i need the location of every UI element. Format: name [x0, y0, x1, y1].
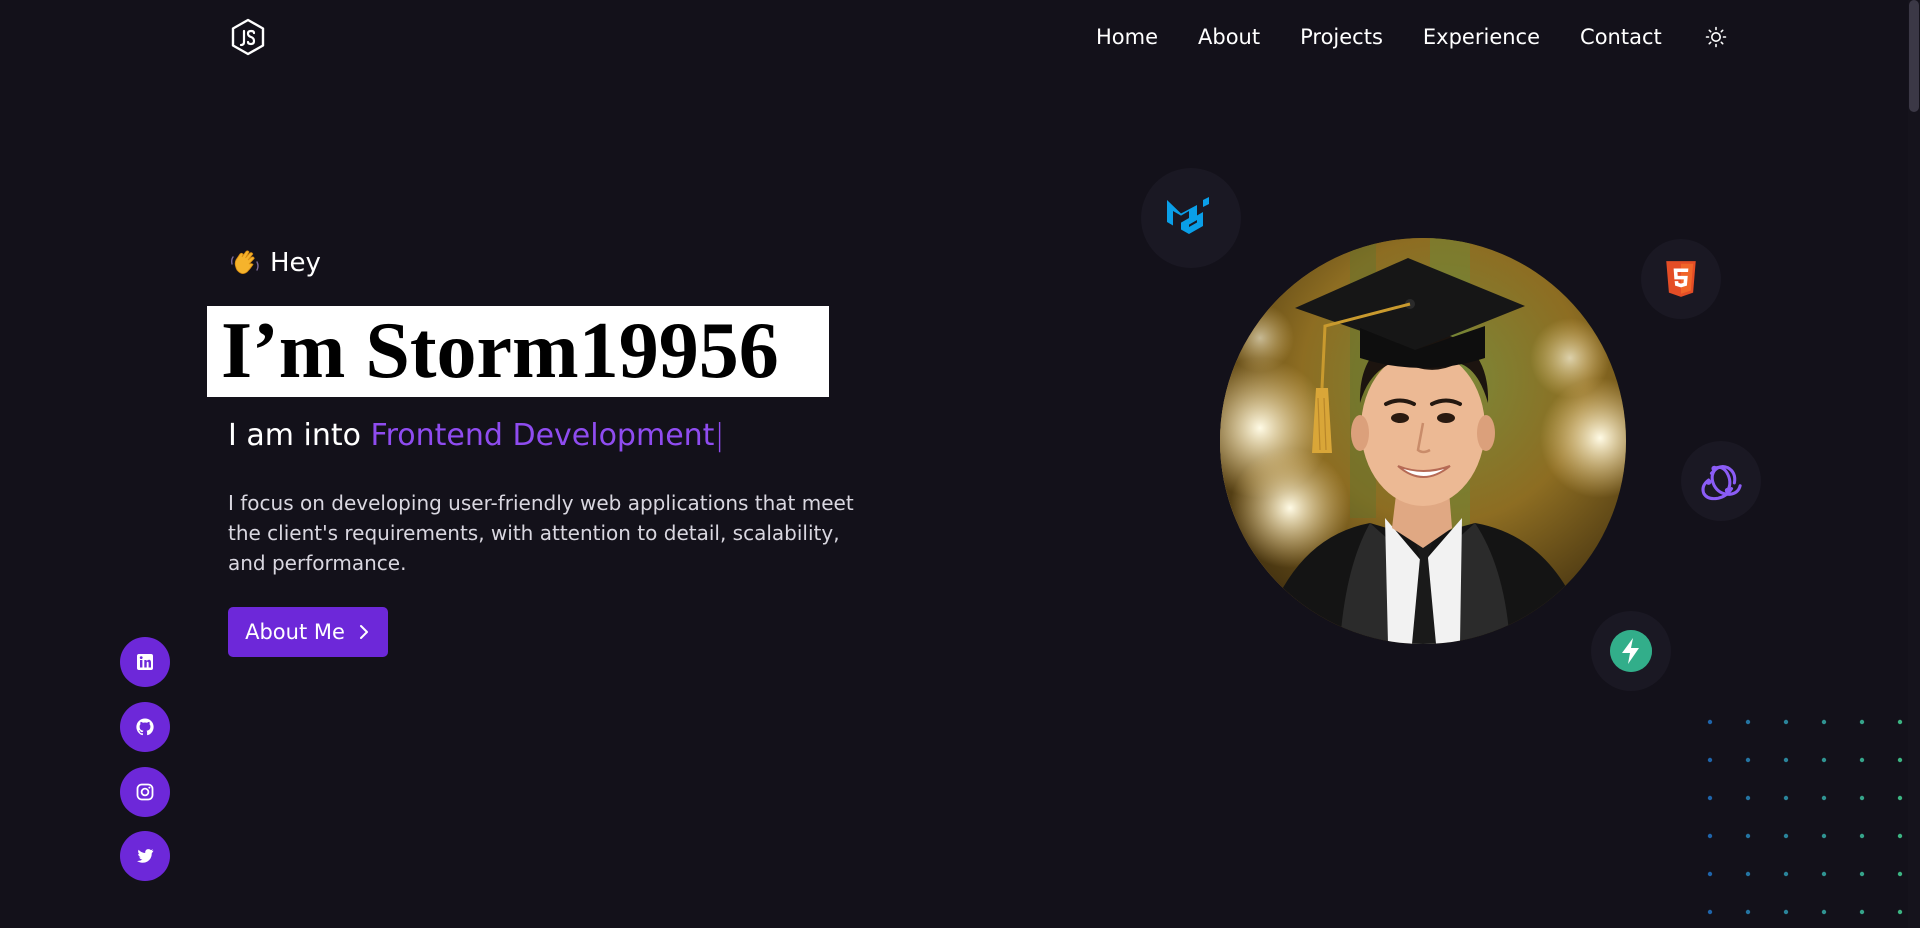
- material-ui-icon: [1141, 168, 1241, 268]
- decor-dot: [1745, 795, 1751, 801]
- about-me-button[interactable]: About Me: [228, 607, 388, 657]
- decor-dot: [1707, 833, 1713, 839]
- nav-about-link[interactable]: About: [1198, 22, 1260, 52]
- decor-dot: [1859, 833, 1865, 839]
- main-nav: Home About Projects Experience Contact: [1096, 22, 1728, 52]
- name-heading-box: I’m Storm19956: [207, 306, 829, 397]
- decor-dot: [1821, 871, 1827, 877]
- decor-dot: [1783, 719, 1789, 725]
- decor-dot: [1783, 909, 1789, 915]
- linkedin-icon[interactable]: [120, 637, 170, 687]
- decor-dot: [1707, 757, 1713, 763]
- name-heading: I’m Storm19956: [221, 307, 779, 395]
- decor-dot: [1859, 719, 1865, 725]
- decor-dot: [1859, 871, 1865, 877]
- waving-hand-icon: [228, 248, 262, 278]
- decorative-dots: [1704, 714, 1920, 928]
- nav-contact-link[interactable]: Contact: [1580, 22, 1662, 52]
- decor-dot: [1821, 719, 1827, 725]
- decor-dot: [1859, 757, 1865, 763]
- nodejs-logo-icon[interactable]: [230, 18, 266, 56]
- about-me-button-label: About Me: [245, 620, 345, 644]
- decor-dot: [1783, 757, 1789, 763]
- scrollbar-thumb[interactable]: [1909, 0, 1919, 112]
- decor-dot: [1745, 719, 1751, 725]
- decor-dot: [1783, 795, 1789, 801]
- nav-projects-link[interactable]: Projects: [1300, 22, 1383, 52]
- decor-dot: [1897, 833, 1903, 839]
- github-icon[interactable]: [120, 702, 170, 752]
- portfolio-page: Home About Projects Experience Contact H…: [0, 0, 1920, 928]
- decor-dot: [1745, 871, 1751, 877]
- hero-description: I focus on developing user-friendly web …: [228, 491, 854, 575]
- decor-dot: [1707, 795, 1713, 801]
- decor-dot: [1745, 909, 1751, 915]
- supabase-icon: [1591, 611, 1671, 691]
- role-prefix: I am into: [228, 418, 361, 453]
- decor-dot: [1707, 909, 1713, 915]
- decor-dot: [1821, 795, 1827, 801]
- nav-home-link[interactable]: Home: [1096, 22, 1158, 52]
- redux-icon: [1681, 441, 1761, 521]
- decor-dot: [1707, 871, 1713, 877]
- decor-dot: [1897, 757, 1903, 763]
- decor-dot: [1783, 833, 1789, 839]
- profile-photo: [1220, 238, 1626, 644]
- sun-icon[interactable]: [1704, 25, 1728, 49]
- instagram-icon[interactable]: [120, 767, 170, 817]
- chevron-right-icon: [357, 623, 371, 641]
- decor-dot: [1897, 871, 1903, 877]
- decor-dot: [1859, 909, 1865, 915]
- decor-dot: [1707, 719, 1713, 725]
- decor-dot: [1783, 871, 1789, 877]
- decor-dot: [1897, 909, 1903, 915]
- greeting: Hey: [228, 246, 321, 280]
- decor-dot: [1897, 795, 1903, 801]
- decor-dot: [1897, 719, 1903, 725]
- decor-dot: [1821, 833, 1827, 839]
- role-typed-text: Frontend Development: [370, 418, 715, 453]
- decor-dot: [1821, 757, 1827, 763]
- role-line: I am into Frontend Development|: [228, 416, 725, 456]
- typing-cursor: |: [714, 418, 725, 453]
- nav-experience-link[interactable]: Experience: [1423, 22, 1540, 52]
- twitter-icon[interactable]: [120, 831, 170, 881]
- greeting-text: Hey: [270, 248, 321, 278]
- decor-dot: [1745, 833, 1751, 839]
- decor-dot: [1859, 795, 1865, 801]
- html5-icon: [1641, 239, 1721, 319]
- decor-dot: [1745, 757, 1751, 763]
- decor-dot: [1821, 909, 1827, 915]
